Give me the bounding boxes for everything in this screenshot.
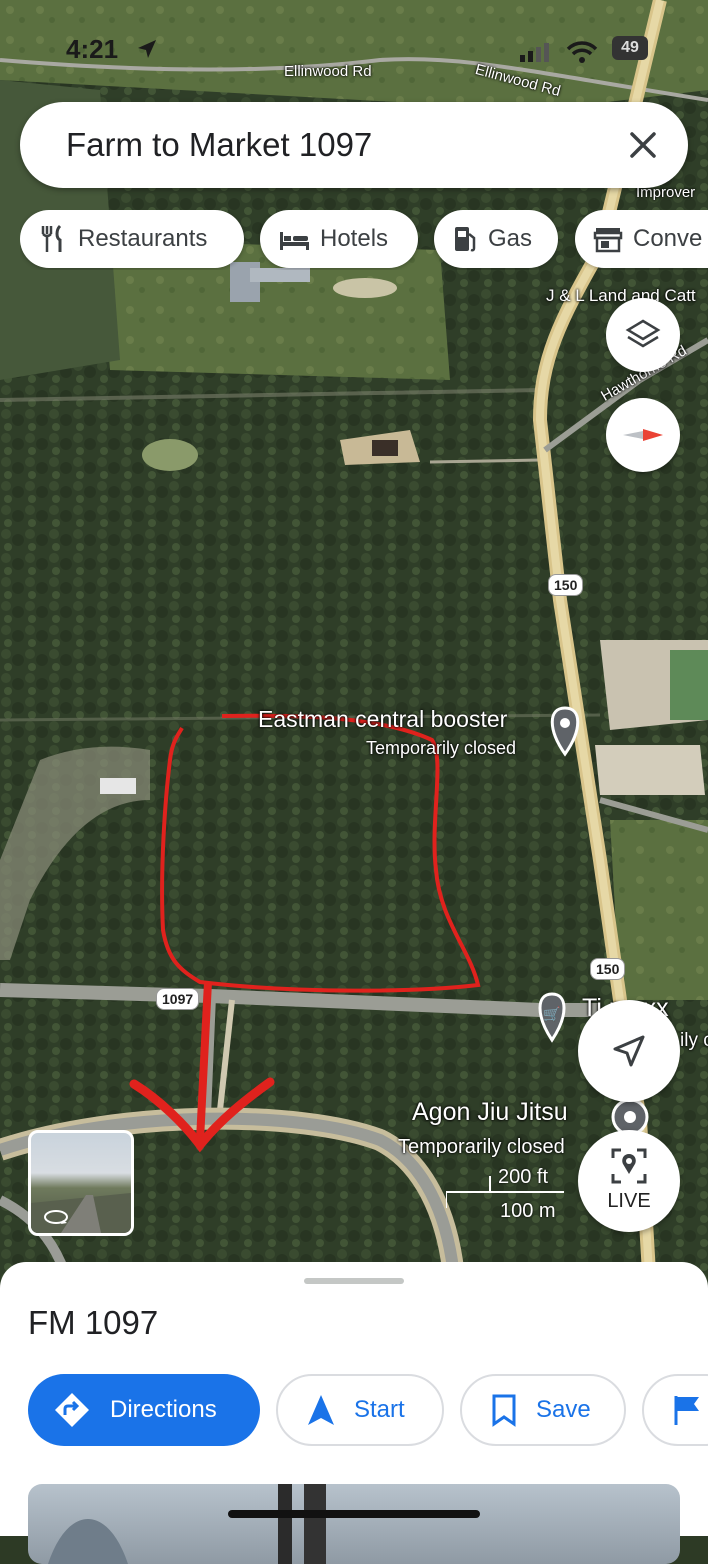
chip-restaurants[interactable]: Restaurants: [20, 210, 244, 268]
layers-icon: [625, 319, 661, 348]
scale-metric: 100 m: [500, 1200, 556, 1222]
place-photo[interactable]: [28, 1484, 680, 1564]
route-shield-150: 150: [548, 574, 584, 596]
directions-icon: [55, 1393, 89, 1427]
flag-icon: [674, 1396, 699, 1425]
close-icon[interactable]: [626, 128, 660, 162]
street-view-thumbnail[interactable]: [28, 1130, 134, 1236]
status-time: 4:21: [66, 34, 119, 64]
live-label: LIVE: [607, 1190, 651, 1212]
start-label: Start: [354, 1396, 405, 1423]
home-indicator[interactable]: [228, 1510, 480, 1518]
scale-bar: 200 ft 100 m: [446, 1164, 566, 1224]
compass-button[interactable]: [606, 398, 680, 472]
status-bar: 4:21 49: [0, 30, 708, 70]
svg-text:🛒: 🛒: [543, 1006, 560, 1023]
poi-eastman-status: Temporarily closed: [366, 738, 517, 758]
category-chips: Restaurants Hotels Gas Conve: [20, 210, 708, 270]
my-location-button[interactable]: [578, 1000, 680, 1102]
gas-pump-icon: [455, 227, 476, 252]
live-view-icon: [611, 1148, 647, 1184]
wifi-icon: [566, 41, 598, 63]
location-services-icon: [138, 40, 156, 58]
poi-agon-title[interactable]: Agon Jiu Jitsu: [412, 1098, 568, 1127]
scale-imperial: 200 ft: [498, 1166, 549, 1188]
search-bar[interactable]: Farm to Market 1097: [20, 102, 688, 188]
map-label-family: ily c: [680, 1030, 708, 1051]
cellular-signal-icon: [520, 43, 549, 62]
layers-button[interactable]: [606, 298, 680, 372]
route-shield-1097: 1097: [156, 988, 200, 1010]
satellite-imagery: 🛒: [0, 0, 708, 1290]
drag-handle[interactable]: [304, 1278, 404, 1284]
poi-pin-agon: [611, 1098, 649, 1136]
navigation-arrow-icon: [613, 1035, 645, 1067]
place-bottom-sheet[interactable]: FM 1097 Directions Start Save: [0, 1262, 708, 1564]
poi-eastman-title[interactable]: Eastman central booster: [258, 706, 507, 733]
directions-button[interactable]: Directions: [28, 1374, 260, 1446]
chip-restaurants-label: Restaurants: [78, 225, 208, 252]
navigation-start-icon: [308, 1395, 334, 1425]
bookmark-icon: [492, 1394, 516, 1427]
battery-indicator: 49: [612, 36, 648, 60]
satellite-map[interactable]: 🛒 Ellinwood Rd Ellinwood Rd Hawthorne Rd…: [0, 0, 708, 1290]
map-label-jl-land: J & L Land and Catt: [546, 286, 696, 305]
label-button[interactable]: [642, 1374, 708, 1446]
compass-icon: [623, 429, 663, 441]
store-icon: [593, 228, 623, 253]
chip-convenience[interactable]: Conve: [575, 210, 708, 268]
place-title: FM 1097: [28, 1304, 159, 1341]
poi-agon-status: Temporarily closed: [398, 1136, 565, 1158]
directions-label: Directions: [110, 1396, 217, 1423]
chip-hotels-label: Hotels: [320, 225, 389, 252]
rotate-360-icon: [44, 1210, 68, 1224]
save-label: Save: [536, 1396, 591, 1423]
fork-knife-icon: [41, 224, 62, 252]
chip-gas[interactable]: Gas: [434, 210, 558, 268]
chip-hotels[interactable]: Hotels: [260, 210, 418, 268]
chip-gas-label: Gas: [488, 225, 533, 252]
live-view-button[interactable]: LIVE: [578, 1130, 680, 1232]
start-button[interactable]: Start: [276, 1374, 444, 1446]
chip-convenience-label: Conve: [633, 225, 703, 252]
search-query[interactable]: Farm to Market 1097: [66, 126, 372, 164]
bed-icon: [280, 232, 309, 250]
route-shield-150-lower: 150: [590, 958, 626, 980]
save-button[interactable]: Save: [460, 1374, 626, 1446]
